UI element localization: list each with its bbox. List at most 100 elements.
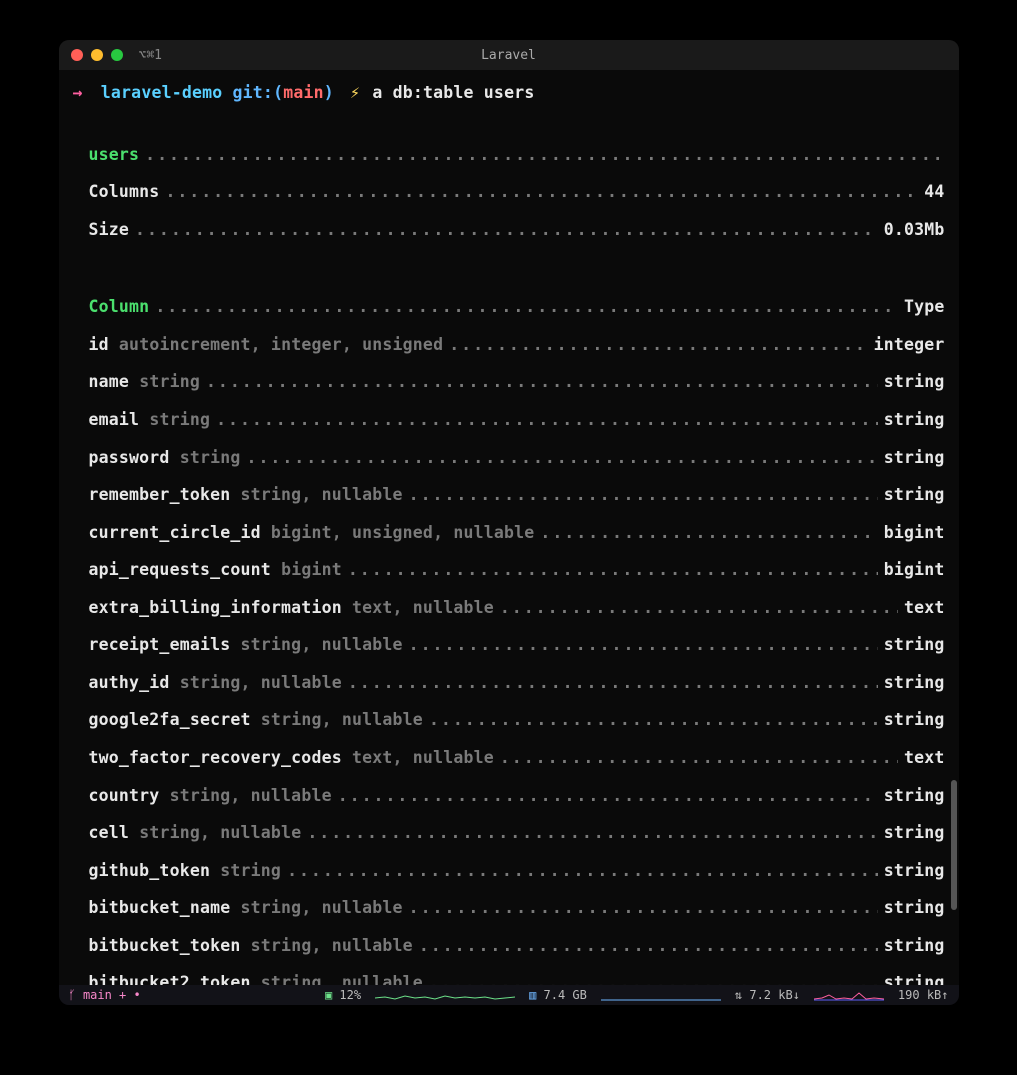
row-right: string	[884, 482, 945, 508]
table-row: id autoincrement, integer, unsigned.....…	[73, 332, 945, 358]
row-dots: ........................................…	[540, 520, 877, 546]
minimize-icon[interactable]	[91, 49, 103, 61]
column-name: authy_id	[89, 673, 170, 692]
table-row: password string.........................…	[73, 445, 945, 471]
row-dots: ........................................…	[348, 670, 878, 696]
zoom-icon[interactable]	[111, 49, 123, 61]
terminal-body[interactable]: → laravel-demo git:(main) ⚡ a db:table u…	[59, 70, 959, 985]
status-net-up: 190 kB↑	[898, 988, 949, 1002]
row-left: users	[89, 142, 140, 168]
row-dots: ........................................…	[429, 970, 878, 985]
row-right: integer	[874, 332, 945, 358]
row-right: string	[884, 933, 945, 959]
row-dots: ........................................…	[155, 294, 898, 320]
table-row: github_token string.....................…	[73, 858, 945, 884]
table-row: bitbucket_name string, nullable.........…	[73, 895, 945, 921]
project-name: laravel-demo	[101, 83, 223, 102]
status-disk: ▥ 7.4 GB	[529, 988, 587, 1002]
table-row: country string, nullable................…	[73, 783, 945, 809]
column-attrs: string, nullable	[139, 823, 301, 842]
row-dots: ........................................…	[135, 217, 878, 243]
row-dots: ........................................…	[409, 482, 878, 508]
row-right: Type	[904, 294, 945, 320]
git-label: git:	[233, 83, 274, 102]
row-dots: ........................................…	[165, 179, 918, 205]
column-attrs: text, nullable	[352, 598, 494, 617]
column-attrs: string	[149, 410, 210, 429]
row-dots: ........................................…	[429, 707, 878, 733]
row-dots: ........................................…	[216, 407, 878, 433]
table-row: name string.............................…	[73, 369, 945, 395]
command-text: a db:table users	[372, 83, 534, 102]
row-dots: ........................................…	[247, 445, 878, 471]
row-dots: ........................................…	[409, 895, 878, 921]
columns-section: Column..................................…	[73, 294, 945, 985]
column-name: id	[89, 335, 109, 354]
column-name: remember_token	[89, 485, 231, 504]
row-left: id autoincrement, integer, unsigned	[89, 332, 444, 358]
table-row: Columns.................................…	[73, 179, 945, 205]
table-row: receipt_emails string, nullable.........…	[73, 632, 945, 658]
table-name: users	[89, 145, 140, 164]
row-left: country string, nullable	[89, 783, 332, 809]
row-dots: ........................................…	[338, 783, 878, 809]
row-right: string	[884, 407, 945, 433]
table-row: google2fa_secret string, nullable.......…	[73, 707, 945, 733]
row-right: string	[884, 970, 945, 985]
table-row: bitbucket_token string, nullable........…	[73, 933, 945, 959]
row-right: string	[884, 858, 945, 884]
row-left: cell string, nullable	[89, 820, 302, 846]
table-header-row: Column..................................…	[73, 294, 945, 320]
window-title: Laravel	[481, 48, 536, 63]
column-attrs: string	[180, 448, 241, 467]
row-left: bitbucket2_token string, nullable	[89, 970, 423, 985]
table-row: api_requests_count bigint...............…	[73, 557, 945, 583]
row-right: string	[884, 820, 945, 846]
disk-sparkline	[601, 989, 721, 1001]
status-net-down: ⇅ 7.2 kB↓	[735, 988, 800, 1002]
row-right: string	[884, 895, 945, 921]
tab-label: ⌥⌘1	[139, 48, 162, 63]
row-left: remember_token string, nullable	[89, 482, 403, 508]
scrollbar[interactable]	[951, 780, 957, 910]
row-right: bigint	[884, 557, 945, 583]
column-name: current_circle_id	[89, 523, 261, 542]
row-left: bitbucket_token string, nullable	[89, 933, 413, 959]
traffic-lights	[71, 49, 123, 61]
column-attrs: bigint, unsigned, nullable	[271, 523, 534, 542]
row-left: email string	[89, 407, 211, 433]
row-dots: ........................................…	[500, 595, 898, 621]
column-name: api_requests_count	[89, 560, 271, 579]
close-icon[interactable]	[71, 49, 83, 61]
row-dots: ........................................…	[145, 142, 938, 168]
column-name: bitbucket2_token	[89, 973, 251, 985]
column-name: bitbucket_name	[89, 898, 231, 917]
column-attrs: string, nullable	[241, 485, 403, 504]
column-name: receipt_emails	[89, 635, 231, 654]
status-branch: ᚶ main + •	[69, 988, 141, 1002]
table-row: extra_billing_information text, nullable…	[73, 595, 945, 621]
column-attrs: string	[139, 372, 200, 391]
column-name: extra_billing_information	[89, 598, 342, 617]
disk-icon: ▥	[529, 988, 543, 1002]
row-left: two_factor_recovery_codes text, nullable	[89, 745, 494, 771]
paren-close: )	[324, 83, 334, 102]
column-attrs: bigint	[281, 560, 342, 579]
row-right: string	[884, 632, 945, 658]
row-right: text	[904, 595, 945, 621]
column-attrs: string, nullable	[170, 786, 332, 805]
summary-label: Size	[89, 220, 130, 239]
table-row: Size....................................…	[73, 217, 945, 243]
status-cpu: ▣ 12%	[325, 988, 361, 1002]
row-right: string	[884, 707, 945, 733]
prompt-line: → laravel-demo git:(main) ⚡ a db:table u…	[73, 80, 945, 106]
column-name: two_factor_recovery_codes	[89, 748, 342, 767]
table-row: current_circle_id bigint, unsigned, null…	[73, 520, 945, 546]
row-right: text	[904, 745, 945, 771]
column-attrs: string, nullable	[261, 973, 423, 985]
network-icon: ⇅	[735, 988, 749, 1002]
row-left: password string	[89, 445, 241, 471]
row-right: 0.03Mb	[884, 217, 945, 243]
column-attrs: string, nullable	[261, 710, 423, 729]
row-left: receipt_emails string, nullable	[89, 632, 403, 658]
